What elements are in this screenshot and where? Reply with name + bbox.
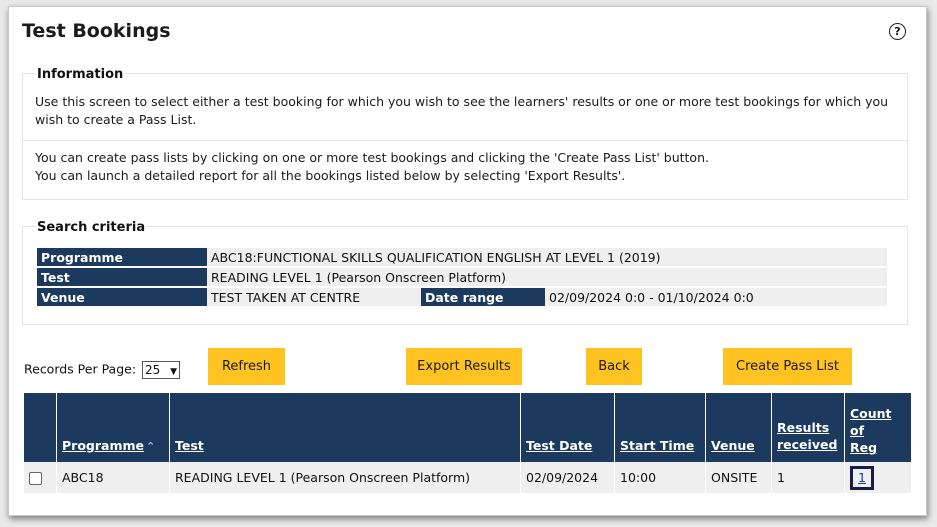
bookings-table: Programme ⌃ Test Test Date Start Time Ven… bbox=[24, 393, 911, 493]
information-legend: Information bbox=[35, 67, 126, 82]
count-of-reg-link[interactable]: 1 bbox=[850, 465, 874, 490]
date-range-value: 02/09/2024 0:0 - 01/10/2024 0:0 bbox=[545, 288, 887, 306]
row-start-time: 10:00 bbox=[614, 462, 706, 493]
row-select-cell bbox=[24, 462, 57, 493]
export-results-button[interactable]: Export Results bbox=[406, 348, 522, 385]
refresh-button[interactable]: Refresh bbox=[208, 348, 285, 385]
date-range-label: Date range bbox=[421, 288, 545, 306]
row-results-received: 1 bbox=[771, 462, 845, 493]
records-per-page-value: 25 bbox=[145, 363, 161, 377]
row-test-date: 02/09/2024 bbox=[520, 462, 615, 493]
sort-ascending-icon: ⌃ bbox=[146, 440, 156, 453]
search-criteria-legend: Search criteria bbox=[35, 220, 148, 235]
count-of-reg-column-header[interactable]: Count of Reg bbox=[844, 393, 911, 462]
row-checkbox[interactable] bbox=[29, 472, 42, 485]
page-title: Test Bookings bbox=[22, 20, 171, 42]
test-value: READING LEVEL 1 (Pearson Onscreen Platfo… bbox=[207, 268, 887, 286]
results-received-column-header[interactable]: Results received bbox=[771, 393, 845, 462]
records-per-page-select[interactable]: 25 ▼ bbox=[142, 361, 181, 379]
start-time-column-header[interactable]: Start Time bbox=[614, 393, 706, 462]
table-header-row: Programme ⌃ Test Test Date Start Time Ven… bbox=[24, 393, 911, 462]
programme-column-header[interactable]: Programme ⌃ bbox=[56, 393, 170, 462]
row-programme: ABC18 bbox=[56, 462, 170, 493]
information-text-3: You can launch a detailed report for all… bbox=[35, 168, 626, 183]
count-header-line-1[interactable]: Count bbox=[850, 406, 892, 421]
venue-label: Venue bbox=[37, 288, 207, 306]
row-count-cell: 1 bbox=[844, 462, 911, 493]
row-venue: ONSITE bbox=[705, 462, 772, 493]
test-bookings-panel: Test Bookings ? Information Use this scr… bbox=[8, 6, 927, 516]
test-label: Test bbox=[37, 268, 207, 286]
information-text-1: Use this screen to select either a test … bbox=[35, 94, 889, 127]
records-per-page-label: Records Per Page: bbox=[24, 361, 137, 377]
venue-value: TEST TAKEN AT CENTRE bbox=[207, 288, 421, 306]
venue-column-header[interactable]: Venue bbox=[705, 393, 772, 462]
table-row[interactable]: ABC18 READING LEVEL 1 (Pearson Onscreen … bbox=[24, 462, 911, 493]
programme-label: Programme bbox=[37, 248, 207, 266]
test-date-column-header[interactable]: Test Date bbox=[520, 393, 615, 462]
search-criteria-table: Programme ABC18:FUNCTIONAL SKILLS QUALIF… bbox=[37, 246, 887, 308]
create-pass-list-button[interactable]: Create Pass List bbox=[723, 348, 852, 385]
records-per-page: Records Per Page: 25 ▼ bbox=[24, 361, 181, 379]
chevron-down-icon: ▼ bbox=[170, 367, 178, 377]
information-divider bbox=[23, 140, 907, 141]
programme-header-label[interactable]: Programme bbox=[62, 438, 144, 453]
select-column-header bbox=[24, 393, 57, 462]
row-test: READING LEVEL 1 (Pearson Onscreen Platfo… bbox=[169, 462, 521, 493]
count-header-line-2[interactable]: of bbox=[850, 423, 864, 438]
back-button[interactable]: Back bbox=[586, 348, 642, 385]
results-header-line-1[interactable]: Results bbox=[777, 420, 829, 435]
test-column-header[interactable]: Test bbox=[169, 393, 521, 462]
help-icon[interactable]: ? bbox=[889, 23, 906, 40]
programme-value: ABC18:FUNCTIONAL SKILLS QUALIFICATION EN… bbox=[207, 248, 887, 266]
information-text-2: You can create pass lists by clicking on… bbox=[35, 150, 709, 165]
results-header-line-2[interactable]: received bbox=[777, 437, 837, 452]
count-header-line-3[interactable]: Reg bbox=[850, 440, 877, 455]
